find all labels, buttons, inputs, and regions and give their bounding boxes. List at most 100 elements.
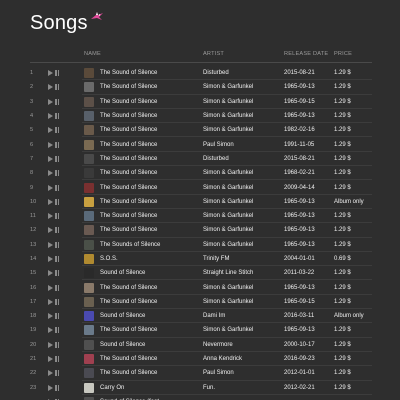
song-title[interactable]: The Sound of Silence [100, 70, 157, 76]
song-title[interactable]: S.O.S. [100, 256, 118, 262]
song-title[interactable]: The Sound of Silence [100, 370, 157, 376]
price[interactable]: 1.29 $ [334, 342, 351, 348]
table-row[interactable]: 14 S.O.S. Trinity FM 2004-01-01 0.69 $ [0, 252, 400, 267]
song-title[interactable]: The Sound of Silence [100, 99, 157, 105]
pause-icon[interactable] [55, 313, 59, 320]
play-icon[interactable] [48, 384, 53, 391]
play-icon[interactable] [48, 127, 53, 134]
price[interactable]: Album only [334, 199, 364, 205]
song-title[interactable]: The Sound of Silence [100, 199, 157, 205]
table-row[interactable]: 11 The Sound of Silence Simon & Garfunkel 1… [0, 209, 400, 224]
play-icon[interactable] [48, 270, 53, 277]
play-icon[interactable] [48, 370, 53, 377]
price[interactable]: 1.29 $ [334, 299, 351, 305]
song-artist[interactable]: Fun. [203, 385, 215, 391]
pause-icon[interactable] [55, 213, 59, 220]
play-icon[interactable] [48, 213, 53, 220]
pause-icon[interactable] [55, 356, 59, 363]
pause-icon[interactable] [55, 141, 59, 148]
table-row[interactable]: 9 The Sound of Silence Simon & Garfunkel 20… [0, 180, 400, 195]
pause-icon[interactable] [55, 127, 59, 134]
column-name[interactable]: NAME [84, 51, 101, 57]
play-icon[interactable] [48, 113, 53, 120]
song-title[interactable]: The Sound of Silence [100, 227, 157, 233]
table-row[interactable]: 2 The Sound of Silence Simon & Garfunkel 19… [0, 80, 400, 95]
pause-icon[interactable] [55, 227, 59, 234]
song-artist[interactable]: Simon & Garfunkel [203, 285, 253, 291]
table-row[interactable]: 6 The Sound of Silence Paul Simon 1991-11-0… [0, 137, 400, 152]
song-artist[interactable]: Simon & Garfunkel [203, 113, 253, 119]
song-artist[interactable]: Simon & Garfunkel [203, 242, 253, 248]
pause-icon[interactable] [55, 184, 59, 191]
table-row[interactable]: 17 The Sound of Silence Simon & Garfunkel 1… [0, 295, 400, 310]
pause-icon[interactable] [55, 384, 59, 391]
song-artist[interactable]: Paul Simon [203, 370, 234, 376]
song-artist[interactable]: Straight Line Stitch [203, 270, 253, 276]
price[interactable]: 1.29 $ [334, 370, 351, 376]
pause-icon[interactable] [55, 70, 59, 77]
price[interactable]: 1.29 $ [334, 156, 351, 162]
song-title[interactable]: The Sounds of Silence [100, 242, 160, 248]
price[interactable]: 1.29 $ [334, 127, 351, 133]
pause-icon[interactable] [55, 270, 59, 277]
pause-icon[interactable] [55, 198, 59, 205]
column-release-date[interactable]: RELEASE DATE [284, 51, 328, 57]
pause-icon[interactable] [55, 327, 59, 334]
song-artist[interactable]: Paul Simon [203, 142, 234, 148]
table-row[interactable]: Sound of Silence (feat. [0, 395, 400, 400]
song-title[interactable]: The Sound of Silence [100, 213, 157, 219]
table-row[interactable]: 12 The Sound of Silence Simon & Garfunkel 1… [0, 223, 400, 238]
play-icon[interactable] [48, 341, 53, 348]
table-row[interactable]: 3 The Sound of Silence Simon & Garfunkel 19… [0, 95, 400, 109]
song-artist[interactable]: Trinity FM [203, 256, 229, 262]
play-icon[interactable] [48, 356, 53, 363]
pause-icon[interactable] [55, 155, 59, 162]
play-icon[interactable] [48, 313, 53, 320]
pause-icon[interactable] [55, 284, 59, 291]
price[interactable]: 1.29 $ [334, 170, 351, 176]
song-title[interactable]: Sound of Silence [100, 342, 145, 348]
pause-icon[interactable] [55, 256, 59, 262]
play-icon[interactable] [48, 170, 53, 177]
price[interactable]: 1.29 $ [334, 99, 351, 105]
table-row[interactable]: 23 Carry On Fun. 2012-02-21 1.29 $ [0, 381, 400, 395]
play-icon[interactable] [48, 155, 53, 162]
play-icon[interactable] [48, 327, 53, 334]
price[interactable]: 1.29 $ [334, 227, 351, 233]
song-title[interactable]: The Sound of Silence [100, 156, 157, 162]
table-row[interactable]: 1 The Sound of Silence Disturbed 2015-08-21… [0, 66, 400, 81]
play-icon[interactable] [48, 84, 53, 91]
song-artist[interactable]: Simon & Garfunkel [203, 84, 253, 90]
table-row[interactable]: 8 The Sound of Silence Simon & Garfunkel 19… [0, 166, 400, 181]
price[interactable]: 0.69 $ [334, 256, 351, 262]
price[interactable]: 1.29 $ [334, 385, 351, 391]
song-artist[interactable]: Simon & Garfunkel [203, 213, 253, 219]
pause-icon[interactable] [55, 113, 59, 120]
column-artist[interactable]: ARTIST [203, 51, 224, 57]
price[interactable]: 1.29 $ [334, 142, 351, 148]
pause-icon[interactable] [55, 170, 59, 177]
price[interactable]: 1.29 $ [334, 270, 351, 276]
song-title[interactable]: The Sound of Silence [100, 327, 157, 333]
song-title[interactable]: The Sound of Silence [100, 113, 157, 119]
song-artist[interactable]: Simon & Garfunkel [203, 170, 253, 176]
song-title[interactable]: The Sound of Silence [100, 185, 157, 191]
song-artist[interactable]: Anna Kendrick [203, 356, 242, 362]
price[interactable]: 1.29 $ [334, 242, 351, 248]
song-title[interactable]: Sound of Silence [100, 313, 145, 319]
play-icon[interactable] [48, 298, 53, 305]
price[interactable]: 1.29 $ [334, 185, 351, 191]
song-artist[interactable]: Nevermore [203, 342, 233, 348]
table-row[interactable]: 21 The Sound of Silence Anna Kendrick 2016-… [0, 352, 400, 367]
song-title[interactable]: The Sound of Silence [100, 127, 157, 133]
table-row[interactable]: 13 The Sounds of Silence Simon & Garfunkel… [0, 238, 400, 252]
play-icon[interactable] [48, 98, 53, 105]
price[interactable]: Album only [334, 313, 364, 319]
song-artist[interactable]: Simon & Garfunkel [203, 327, 253, 333]
price[interactable]: 1.29 $ [334, 70, 351, 76]
song-artist[interactable]: Simon & Garfunkel [203, 199, 253, 205]
play-icon[interactable] [48, 70, 53, 77]
price[interactable]: 1.29 $ [334, 213, 351, 219]
play-icon[interactable] [48, 141, 53, 148]
table-row[interactable]: 19 The Sound of Silence Simon & Garfunkel 1… [0, 323, 400, 338]
